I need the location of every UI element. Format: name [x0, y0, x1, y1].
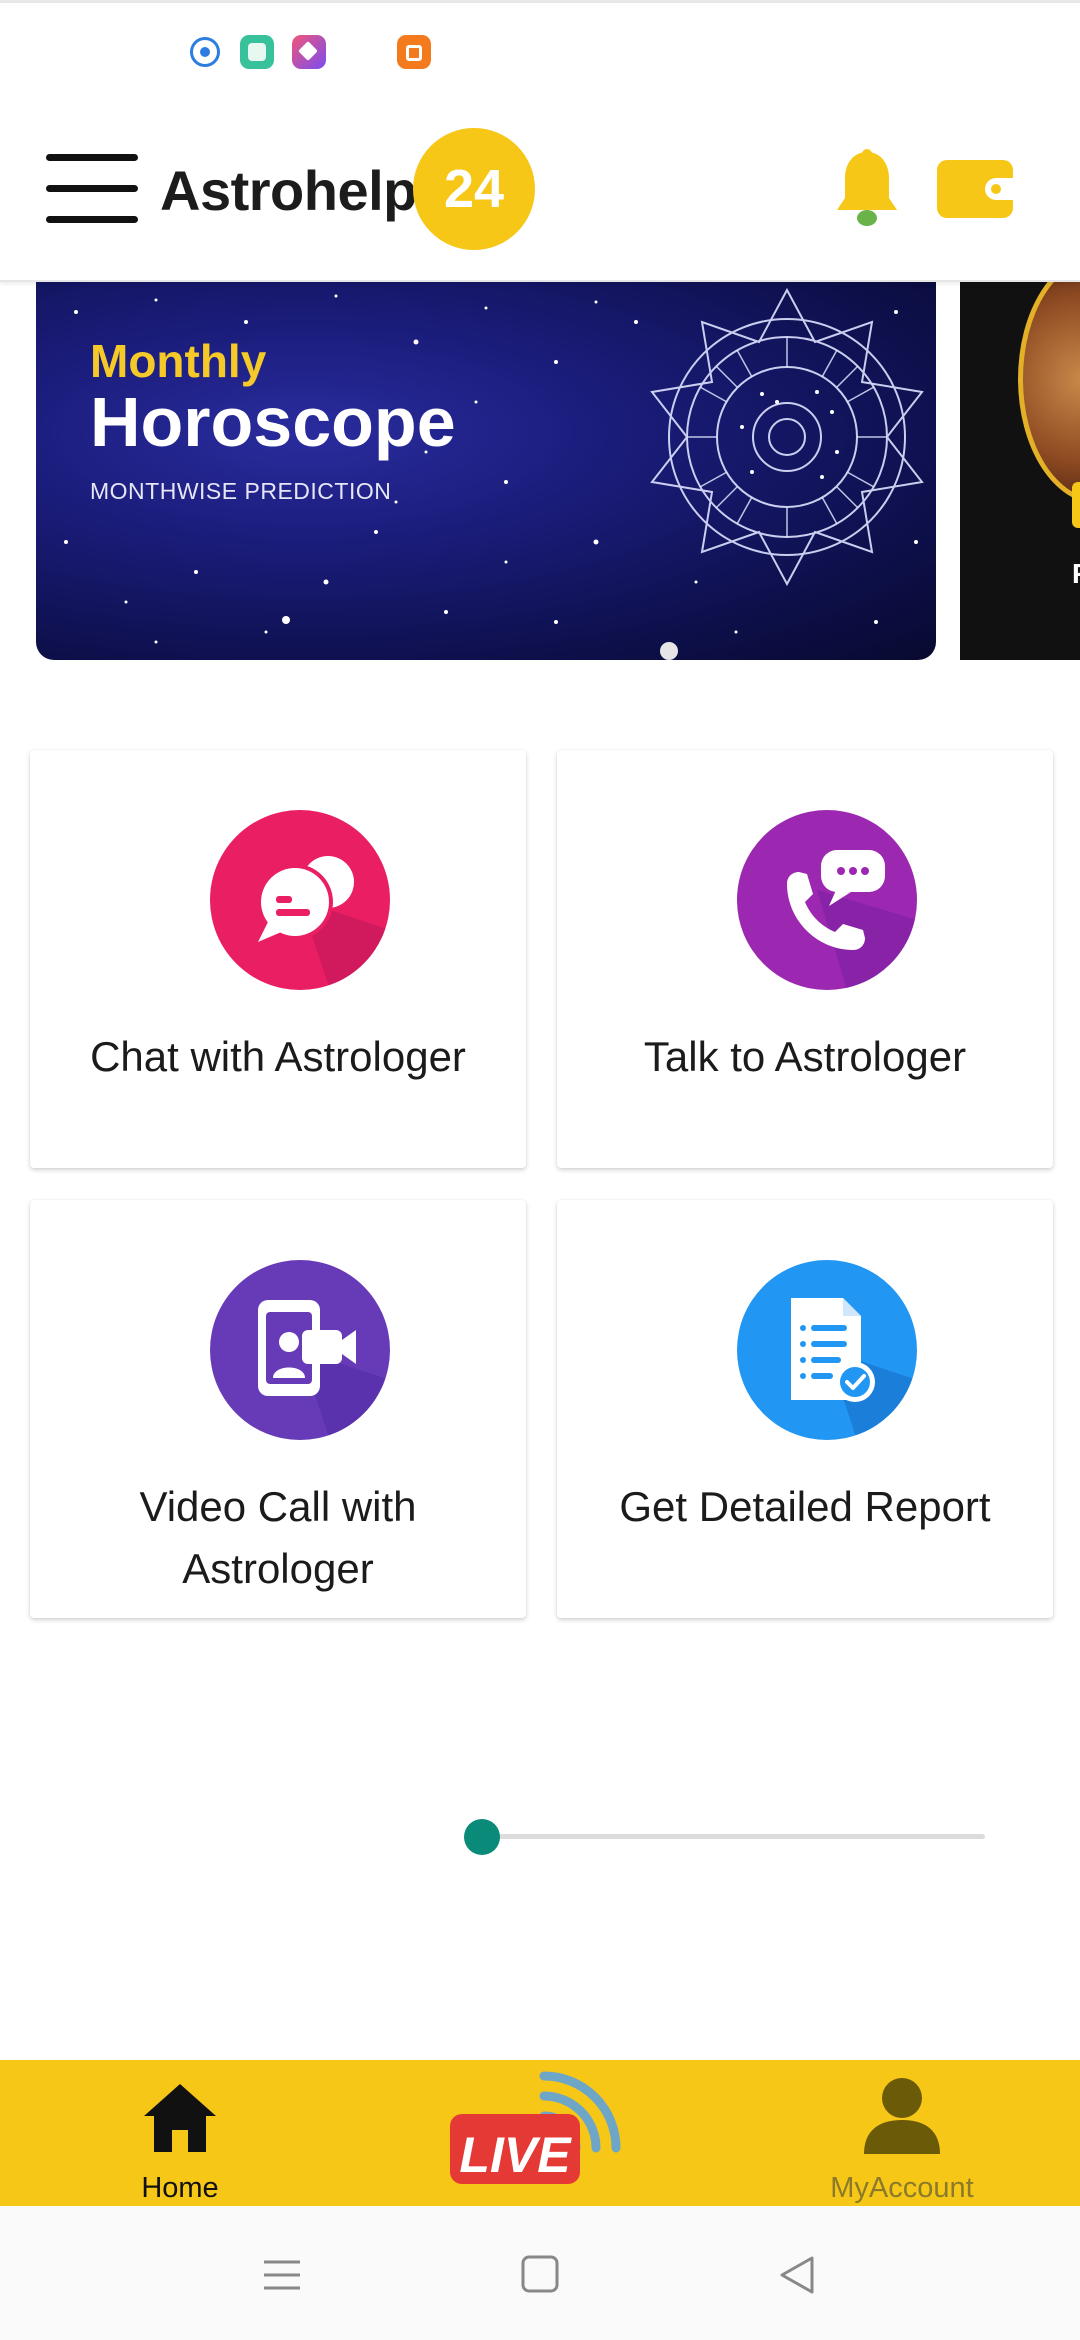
horoscope-banner[interactable]: Monthly Horoscope MONTHWISE PREDICTION — [36, 282, 936, 660]
phone-chat-icon — [737, 810, 917, 990]
brand-logo-text: Astrohelp — [160, 159, 417, 222]
nav-live[interactable]: LIVE — [448, 2070, 634, 2200]
bottom-navigation: Home LIVE MyAccount — [0, 2060, 1080, 2206]
status-bar — [0, 0, 1080, 96]
nav-home[interactable]: Home — [60, 2060, 300, 2206]
nav-live-label: LIVE — [459, 2127, 571, 2183]
detailed-report-card[interactable]: Get Detailed Report — [557, 1200, 1053, 1618]
menu-icon[interactable] — [46, 154, 140, 224]
banner-kicker: Monthly — [90, 335, 267, 387]
shop-app-icon — [397, 35, 431, 69]
back-triangle-icon[interactable] — [768, 2250, 828, 2300]
gallery-app-icon — [240, 35, 274, 69]
brand-logo-badge: 24 — [413, 128, 535, 250]
talk-to-astrologer-card[interactable]: Talk to Astrologer — [557, 750, 1053, 1168]
account-person-icon — [864, 2078, 940, 2154]
wallet-icon[interactable] — [937, 160, 1015, 218]
chat-bubbles-icon — [210, 810, 390, 990]
system-navigation-bar — [0, 2206, 1080, 2340]
home-icon — [144, 2084, 216, 2152]
home-square-icon[interactable] — [510, 2250, 570, 2300]
progress-slider-track[interactable] — [470, 1834, 985, 1839]
next-banner-preview[interactable]: F — [960, 282, 1080, 660]
zodiac-wheel-icon — [650, 287, 924, 587]
detailed-report-label: Get Detailed Report — [619, 1483, 991, 1530]
video-call-card[interactable]: Video Call with Astrologer — [30, 1200, 526, 1618]
app-screen: Astrohelp 24 Monthly Horoscope MONTHWISE… — [0, 0, 1080, 2340]
banner-title: Horoscope — [90, 383, 456, 461]
banner-tag — [1072, 482, 1080, 528]
banner-subtitle: MONTHWISE PREDICTION — [90, 478, 392, 504]
chat-with-astrologer-card[interactable]: Chat with Astrologer — [30, 750, 526, 1168]
notification-app-icon — [190, 37, 220, 67]
bell-icon[interactable] — [833, 148, 901, 230]
next-banner-text: F — [1072, 558, 1080, 590]
chat-with-astrologer-label: Chat with Astrologer — [90, 1033, 466, 1080]
nav-home-label: Home — [141, 2172, 219, 2204]
carousel-indicator[interactable] — [660, 642, 678, 660]
app-header: Astrohelp 24 — [0, 96, 1080, 282]
talk-to-astrologer-label: Talk to Astrologer — [643, 1033, 967, 1080]
report-document-icon — [737, 1260, 917, 1440]
nav-my-account[interactable]: MyAccount — [782, 2060, 1022, 2206]
recent-apps-icon[interactable] — [252, 2250, 312, 2300]
editor-app-icon — [292, 35, 326, 69]
astrologer-portrait — [1018, 282, 1080, 504]
nav-my-account-label: MyAccount — [830, 2172, 974, 2204]
progress-slider-knob[interactable] — [464, 1819, 501, 1855]
video-call-label: Video Call with Astrologer — [139, 1483, 417, 1592]
video-call-icon — [210, 1260, 390, 1440]
